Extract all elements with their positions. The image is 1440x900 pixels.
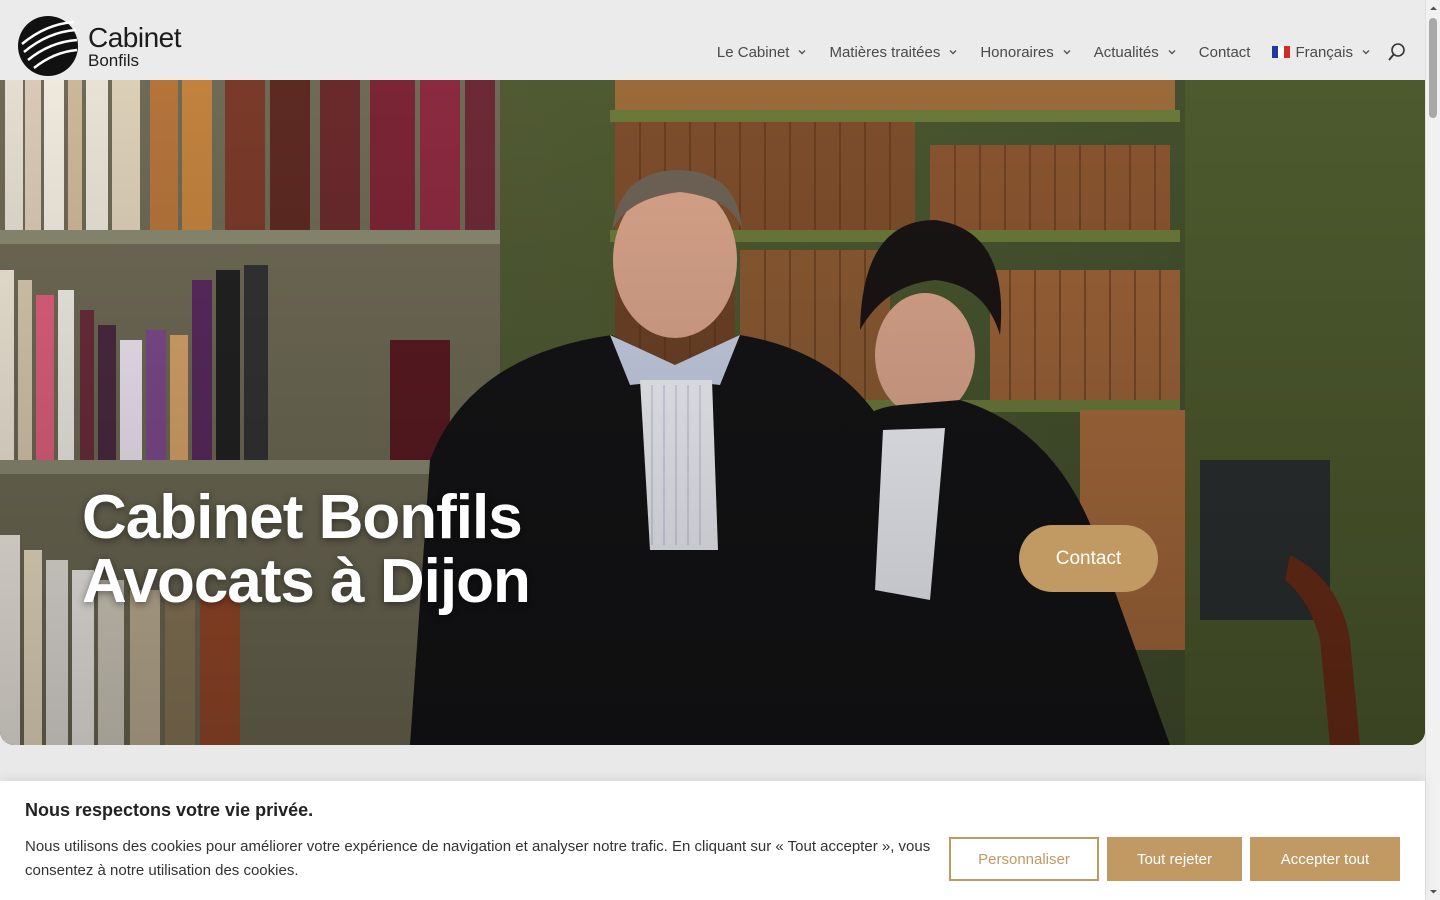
nav-item-honoraires[interactable]: Honoraires <box>980 44 1071 61</box>
hero-contact-button[interactable]: Contact <box>1019 525 1158 592</box>
site-logo[interactable]: Cabinet Bonfils <box>16 14 196 78</box>
hero-photo <box>0 80 1425 745</box>
nav-item-label: Actualités <box>1093 43 1159 61</box>
cookie-description: Nous utilisons des cookies pour améliore… <box>25 838 931 879</box>
search-icon[interactable] <box>1387 42 1407 62</box>
chevron-down-icon <box>1063 50 1071 55</box>
nav-item-le-cabinet[interactable]: Le Cabinet <box>717 44 808 61</box>
chevron-down-icon <box>1168 50 1176 55</box>
site-header: Cabinet Bonfils Le Cabinet Matières trai… <box>0 0 1425 80</box>
hero-banner: Cabinet Bonfils Avocats à Dijon Contact <box>0 80 1425 745</box>
page-scrollbar[interactable] <box>1425 0 1440 900</box>
logo-mark-icon <box>16 14 78 76</box>
nav-item-label: Honoraires <box>980 43 1054 61</box>
nav-item-actualites[interactable]: Actualités <box>1094 44 1177 61</box>
scroll-down-arrow-icon[interactable] <box>1429 887 1438 896</box>
flag-fr-icon <box>1272 46 1291 58</box>
reject-all-button[interactable]: Tout rejeter <box>1107 837 1242 881</box>
nav-item-label: Contact <box>1198 43 1251 61</box>
nav-item-matieres-traitees[interactable]: Matières traitées <box>829 44 958 61</box>
main-nav: Le Cabinet Matières traitées Honoraires … <box>695 42 1407 62</box>
cookie-title: Nous respectons votre vie privée. <box>25 800 314 820</box>
logo-subtitle: Bonfils <box>88 50 140 70</box>
language-label: Français <box>1295 43 1353 61</box>
nav-item-contact[interactable]: Contact <box>1199 44 1251 61</box>
cookie-consent-banner: Nous respectons votre vie privée. Nous u… <box>0 781 1425 900</box>
chevron-down-icon <box>949 50 957 55</box>
nav-item-label: Le Cabinet <box>716 43 790 61</box>
chevron-down-icon <box>1362 50 1370 55</box>
language-switcher[interactable]: Français <box>1272 44 1371 61</box>
nav-item-label: Matières traitées <box>829 43 941 61</box>
accept-all-button[interactable]: Accepter tout <box>1250 837 1400 881</box>
logo-title: Cabinet <box>88 21 182 53</box>
customize-cookies-button[interactable]: Personnaliser <box>949 837 1099 881</box>
scrollbar-thumb[interactable] <box>1429 18 1437 118</box>
scroll-up-arrow-icon[interactable] <box>1429 4 1438 13</box>
hero-title-line-1: Cabinet Bonfils <box>82 483 523 552</box>
chevron-down-icon <box>798 50 806 55</box>
hero-title: Cabinet Bonfils Avocats à Dijon <box>82 483 531 616</box>
hero-title-line-2: Avocats à Dijon <box>82 547 531 616</box>
